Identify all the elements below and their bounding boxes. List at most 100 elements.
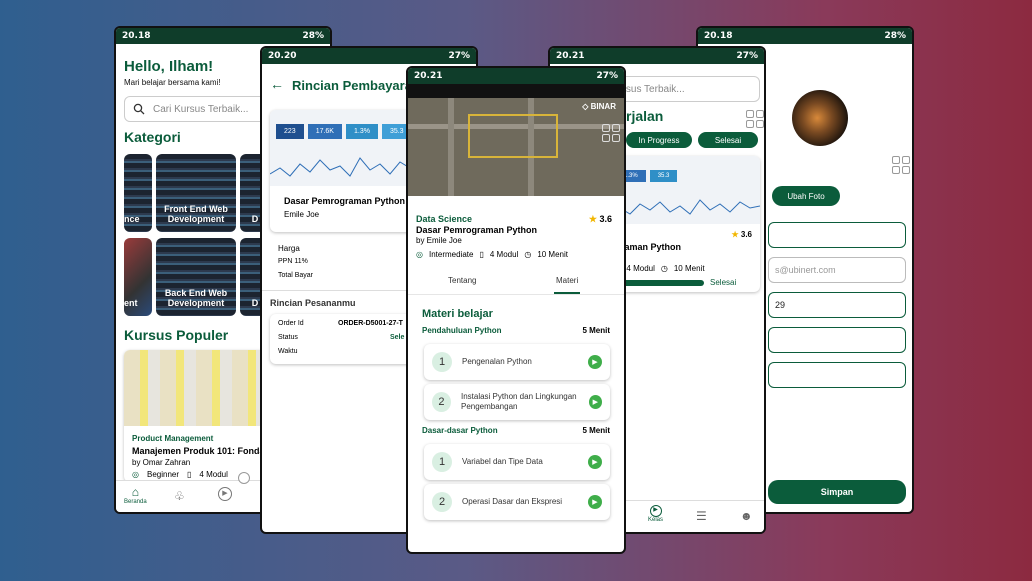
clock-icon: ◷	[524, 250, 532, 259]
greeting-subtitle: Mari belajar bersama kami!	[124, 78, 221, 87]
popular-heading: Kursus Populer	[124, 327, 229, 343]
course-author: Emile Joe	[284, 210, 320, 219]
nav-classes[interactable]: ▶ Kelas	[648, 505, 663, 523]
materi-heading: Materi belajar	[422, 308, 493, 320]
status-time: 20.21	[556, 51, 585, 61]
status-time: 20.20	[268, 51, 297, 61]
order-id-label: Order Id	[278, 320, 304, 327]
play-icon[interactable]: ▶	[588, 395, 602, 409]
rating: ★ 3.6	[731, 230, 752, 239]
grid-icon[interactable]	[746, 110, 764, 128]
course-title: Manajemen Produk 101: Fondas	[132, 446, 270, 456]
status-bar: 20.18 28%	[116, 28, 330, 44]
lesson-item[interactable]: 1 Variabel dan Tipe Data ▶	[424, 444, 610, 480]
nav-home-label: Beranda	[124, 499, 147, 505]
brand-logo: ◇ BINAR	[582, 102, 616, 111]
tab-divider	[408, 294, 624, 295]
chart-line	[610, 199, 760, 215]
home-indicator	[238, 472, 250, 484]
course-meta: ▯4 Modul ◷10 Menit	[616, 264, 705, 273]
status-battery: 28%	[302, 31, 324, 41]
tab-materials[interactable]: Materi	[556, 276, 578, 285]
progress-label: Selesai	[710, 278, 737, 287]
nav-classes-label: Kelas	[648, 517, 664, 523]
page-title: Rincian Pembayara	[292, 78, 412, 93]
course-meta: ◎ Beginner ▯ 4 Modul	[132, 470, 228, 479]
course-modules: 4 Modul	[489, 250, 519, 259]
star-icon: ★	[588, 214, 597, 224]
play-icon[interactable]: ▶	[588, 355, 602, 369]
module-icon: ▯	[187, 470, 192, 479]
clock-icon: ◷	[660, 264, 668, 273]
course-category: Product Management	[132, 434, 214, 443]
status-bar: 20.21 27%	[550, 48, 764, 64]
class-card[interactable]: 1.3% 35.3 ★ 3.6 ograman Python ▯4 Modul …	[610, 156, 760, 292]
price-label: Harga	[278, 244, 300, 253]
status-bar: 20.21 27%	[408, 68, 624, 84]
status-battery: 28%	[884, 31, 906, 41]
category-card[interactable]: nce	[124, 154, 152, 232]
status-time: 20.21	[414, 71, 443, 81]
order-heading: Rincian Pesananmu	[270, 298, 356, 308]
category-card-front-end[interactable]: Front End Web Development	[156, 154, 236, 232]
search-icon	[133, 103, 145, 115]
section-duration: 5 Menit	[582, 326, 610, 335]
grid-icon[interactable]	[602, 124, 620, 142]
course-author: by Omar Zahran	[132, 458, 191, 467]
course-level: Intermediate	[428, 250, 474, 259]
course-duration: 10 Menit	[537, 250, 568, 259]
greeting: Hello, Ilham!	[124, 58, 214, 75]
course-author: by Emile Joe	[416, 236, 462, 245]
filter-in-progress[interactable]: In Progress	[626, 132, 692, 148]
rating: ★ 3.6	[588, 214, 612, 224]
category-card[interactable]: ent	[124, 238, 152, 316]
city-field[interactable]	[768, 362, 906, 388]
section-title: Dasar-dasar Python	[422, 426, 498, 435]
course-thumbnail: 1.3% 35.3	[610, 156, 760, 224]
user-icon[interactable]: ☻	[740, 509, 753, 523]
page-heading: rjalan	[626, 108, 664, 124]
back-arrow-icon[interactable]: ←	[270, 76, 284, 92]
status-bar: 20.18 28%	[698, 28, 912, 44]
status-bar: 20.20 27%	[262, 48, 476, 64]
status-battery: 27%	[596, 71, 618, 81]
nav-home[interactable]: ⌂ Beranda	[124, 485, 147, 505]
change-photo-button[interactable]: Ubah Foto	[772, 186, 840, 206]
list-icon[interactable]: ☰	[696, 509, 707, 523]
bell-icon[interactable]: ♧	[174, 489, 185, 503]
search-placeholder: ursus Terbaik...	[617, 83, 685, 95]
module-icon: ▯	[479, 250, 484, 259]
search-placeholder: Cari Kursus Terbaik...	[153, 103, 249, 115]
tax-label: PPN 11%	[278, 258, 308, 265]
grid-icon[interactable]	[892, 156, 910, 174]
country-field[interactable]	[768, 327, 906, 353]
play-icon[interactable]: ▶	[588, 495, 602, 509]
section-duration: 5 Menit	[582, 426, 610, 435]
phone-course-detail: 20.21 27% ◇ BINAR Data Science ★ 3.6 Das…	[406, 66, 626, 554]
course-title: Dasar Pemrograman Python	[284, 196, 406, 206]
tab-about[interactable]: Tentang	[448, 276, 476, 285]
course-title: Dasar Pemrograman Python	[416, 225, 538, 235]
play-circle-icon[interactable]: ▶	[218, 487, 232, 501]
name-field[interactable]	[768, 222, 906, 248]
play-icon[interactable]: ▶	[588, 455, 602, 469]
order-status-value: Sele	[390, 334, 405, 341]
section-title: Pendahuluan Python	[422, 326, 502, 335]
filter-done[interactable]: Selesai	[698, 132, 758, 148]
search-bar[interactable]: ursus Terbaik...	[610, 76, 760, 102]
category-card-back-end[interactable]: Back End Web Development	[156, 238, 236, 316]
lesson-item[interactable]: 2 Instalasi Python dan Lingkungan Pengem…	[424, 384, 610, 420]
home-icon: ⌂	[131, 485, 139, 499]
order-time-label: Waktu	[278, 348, 298, 355]
email-field[interactable]: s@ubinert.com	[768, 257, 906, 283]
course-hero-image: ◇ BINAR	[408, 84, 624, 196]
save-button[interactable]: Simpan	[768, 480, 906, 504]
phone-field[interactable]: 29	[768, 292, 906, 318]
lesson-item[interactable]: 1 Pengenalan Python ▶	[424, 344, 610, 380]
course-category: Data Science	[416, 214, 473, 224]
play-circle-icon: ▶	[649, 505, 662, 517]
course-modules: 4 Modul	[199, 470, 228, 479]
status-battery: 27%	[448, 51, 470, 61]
lesson-item[interactable]: 2 Operasi Dasar dan Ekspresi ▶	[424, 484, 610, 520]
status-time: 20.18	[704, 31, 733, 41]
